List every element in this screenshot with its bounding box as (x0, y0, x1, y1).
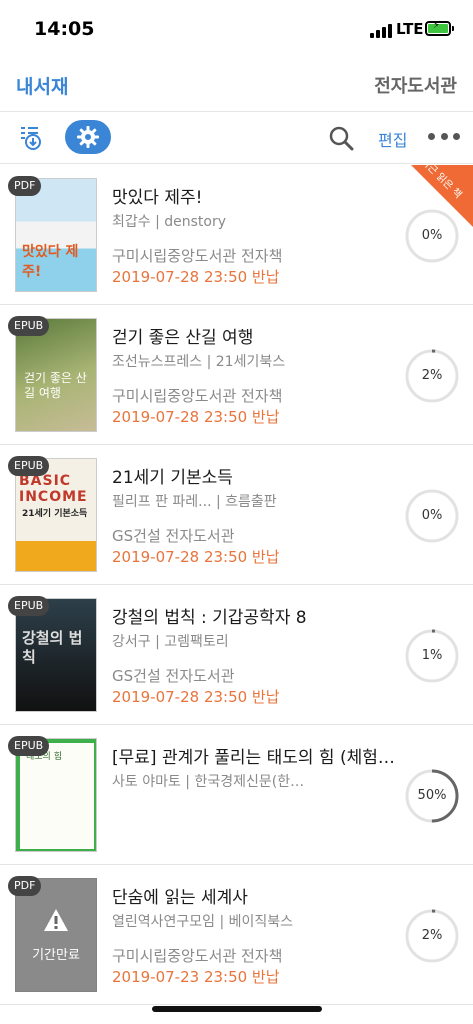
format-badge: EPUB (8, 736, 50, 756)
nav-bar: 내서재 전자도서관 (0, 60, 473, 112)
book-library: GS건설 전자도서관 (112, 667, 235, 685)
progress-ring: 2% (404, 348, 460, 404)
book-title: 단숨에 읽는 세계사 (112, 888, 248, 908)
status-time: 14:05 (34, 18, 95, 40)
book-item[interactable]: BASIC INCOME 21세기 기본소득 EPUB 21세기 기본소득 필리… (0, 445, 473, 585)
book-author-publisher: 조선뉴스프레스 | 21세기북스 (112, 354, 286, 370)
book-list: 최근 읽은 책 맛있다 제주! PDF 맛있다 제주! 최갑수 | densto… (0, 165, 473, 1005)
book-due-date: 2019-07-28 23:50 반납 (112, 688, 280, 706)
signal-icon (370, 24, 392, 38)
book-library: 구미시립중앙도서관 전자책 (112, 387, 283, 405)
progress-ring: 2% (404, 908, 460, 964)
battery-icon (425, 20, 454, 36)
home-indicator[interactable] (152, 1006, 322, 1012)
book-author-publisher: 사토 야마토 | 한국경제신문(한… (112, 774, 305, 790)
edit-button[interactable]: 편집 (378, 127, 407, 151)
progress-ring: 1% (404, 628, 460, 684)
book-item[interactable]: 강철의 법칙 EPUB 강철의 법칙 : 기갑공학자 8 강서구 | 고렘팩토리… (0, 585, 473, 725)
book-item[interactable]: 기간만료 PDF 단숨에 읽는 세계사 열린역사연구모임 | 베이직북스 구미시… (0, 865, 473, 1005)
gear-icon (77, 126, 99, 148)
e-library-tab[interactable]: 전자도서관 (374, 72, 457, 98)
settings-button[interactable] (65, 120, 111, 154)
book-author-publisher: 필리프 판 파레... | 흐름출판 (112, 494, 277, 510)
book-library: 구미시립중앙도서관 전자책 (112, 947, 283, 965)
book-title: 맛있다 제주! (112, 188, 203, 208)
book-due-date: 2019-07-28 23:50 반납 (112, 408, 280, 426)
sort-download-icon[interactable] (18, 125, 44, 151)
format-badge: PDF (8, 876, 42, 896)
book-title: 강철의 법칙 : 기갑공학자 8 (112, 608, 307, 628)
format-badge: PDF (8, 176, 42, 196)
book-author-publisher: 강서구 | 고렘팩토리 (112, 634, 229, 650)
book-title: 21세기 기본소득 (112, 468, 233, 488)
book-due-date: 2019-07-28 23:50 반납 (112, 548, 280, 566)
book-title: [무료] 관계가 풀리는 태도의 힘 (체험… (112, 748, 395, 768)
more-options-icon[interactable] (428, 133, 460, 141)
book-due-date: 2019-07-28 23:50 반납 (112, 268, 280, 286)
book-library: GS건설 전자도서관 (112, 527, 235, 545)
book-item[interactable]: 걷기 좋은 산길 여행 EPUB 걷기 좋은 산길 여행 조선뉴스프레스 | 2… (0, 305, 473, 445)
my-library-tab[interactable]: 내서재 (16, 72, 68, 99)
progress-ring: 0% (404, 488, 460, 544)
book-title: 걷기 좋은 산길 여행 (112, 328, 254, 348)
progress-ring: 0% (404, 208, 460, 264)
format-badge: EPUB (8, 596, 50, 616)
progress-ring: 50% (404, 768, 460, 824)
format-badge: EPUB (8, 316, 50, 336)
book-due-date: 2019-07-23 23:50 반납 (112, 968, 280, 986)
expired-label: 기간만료 (32, 948, 80, 963)
book-item[interactable]: 태도의 힘 EPUB [무료] 관계가 풀리는 태도의 힘 (체험… 사토 야마… (0, 725, 473, 865)
toolbar: 편집 (0, 112, 473, 164)
search-icon[interactable] (328, 125, 354, 151)
warning-icon (44, 909, 68, 931)
network-label: LTE (396, 20, 424, 38)
book-author-publisher: 최갑수 | denstory (112, 214, 227, 230)
book-author-publisher: 열린역사연구모임 | 베이직북스 (112, 914, 294, 930)
book-item[interactable]: 최근 읽은 책 맛있다 제주! PDF 맛있다 제주! 최갑수 | densto… (0, 165, 473, 305)
book-library: 구미시립중앙도서관 전자책 (112, 247, 283, 265)
format-badge: EPUB (8, 456, 50, 476)
status-bar: 14:05 LTE (0, 0, 473, 60)
